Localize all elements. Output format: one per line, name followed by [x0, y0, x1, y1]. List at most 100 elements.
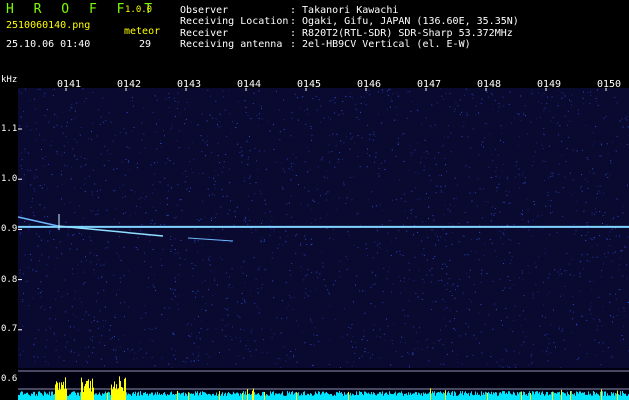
noise-speck — [318, 340, 320, 342]
noise-speck — [271, 215, 273, 217]
signal-bar — [620, 391, 621, 400]
noise-speck — [426, 346, 428, 348]
signal-bar — [480, 395, 481, 400]
signal-bar — [36, 394, 37, 400]
noise-speck — [368, 90, 370, 91]
signal-bar — [415, 391, 416, 400]
noise-speck — [93, 319, 95, 321]
signal-bar — [106, 393, 107, 400]
noise-speck — [625, 117, 626, 119]
noise-speck — [108, 112, 110, 114]
noise-speck — [262, 339, 264, 340]
noise-speck — [622, 206, 624, 208]
noise-speck — [498, 177, 500, 178]
signal-bar — [118, 388, 119, 400]
noise-speck — [370, 286, 372, 288]
noise-speck — [44, 356, 45, 358]
noise-speck — [291, 117, 293, 119]
noise-speck — [152, 249, 154, 250]
noise-speck — [415, 187, 416, 189]
noise-speck — [367, 148, 368, 150]
signal-bar — [258, 393, 259, 400]
noise-speck — [485, 200, 487, 202]
noise-speck — [61, 184, 63, 186]
noise-speck — [23, 178, 25, 180]
noise-speck — [293, 354, 294, 356]
noise-speck — [47, 364, 49, 365]
noise-speck — [598, 342, 600, 344]
signal-bar — [114, 381, 115, 400]
noise-speck — [85, 347, 87, 349]
noise-speck — [104, 345, 106, 346]
noise-speck — [156, 148, 158, 150]
noise-speck — [214, 194, 216, 196]
signal-bar — [504, 391, 505, 400]
noise-speck — [59, 241, 61, 243]
signal-bar — [520, 391, 521, 400]
noise-speck — [214, 180, 216, 182]
noise-speck — [565, 161, 567, 163]
noise-speck — [621, 335, 623, 336]
noise-speck — [355, 103, 357, 105]
signal-bar — [171, 391, 172, 400]
noise-speck — [432, 301, 434, 303]
noise-speck — [152, 112, 154, 113]
noise-speck — [528, 229, 530, 231]
noise-speck — [123, 213, 125, 215]
noise-speck — [176, 204, 178, 206]
noise-speck — [407, 315, 409, 317]
noise-speck — [289, 295, 290, 297]
signal-bar — [170, 392, 171, 400]
signal-bar — [483, 392, 484, 400]
noise-speck — [407, 351, 409, 353]
noise-speck — [58, 356, 60, 358]
noise-speck — [303, 279, 305, 281]
noise-speck — [33, 212, 34, 214]
signal-bar — [551, 392, 552, 400]
signal-bar — [26, 392, 27, 400]
signal-bar — [585, 394, 586, 400]
signal-bar — [214, 395, 215, 400]
noise-speck — [246, 141, 248, 143]
noise-speck — [255, 229, 257, 231]
noise-speck — [130, 189, 131, 190]
noise-speck — [310, 344, 312, 345]
signal-bar — [82, 382, 83, 400]
signal-bar — [263, 391, 264, 400]
noise-speck — [58, 230, 60, 232]
noise-speck — [207, 258, 209, 260]
noise-speck — [105, 247, 107, 249]
noise-speck — [524, 105, 526, 107]
noise-speck — [310, 318, 311, 320]
noise-speck — [174, 115, 176, 117]
noise-speck — [371, 191, 373, 193]
noise-speck — [544, 134, 545, 136]
noise-speck — [579, 290, 581, 292]
signal-bar — [135, 391, 136, 400]
noise-speck — [598, 296, 600, 298]
noise-speck — [559, 125, 561, 127]
signal-bar — [304, 391, 305, 400]
signal-bar — [259, 394, 260, 400]
noise-speck — [466, 356, 468, 357]
noise-speck — [579, 273, 581, 275]
signal-bar — [255, 394, 256, 400]
noise-speck — [558, 192, 560, 194]
noise-speck — [47, 216, 49, 217]
noise-speck — [65, 221, 67, 223]
noise-speck — [601, 325, 603, 327]
noise-speck — [92, 122, 94, 124]
noise-speck — [222, 90, 224, 92]
noise-speck — [612, 355, 614, 357]
noise-speck — [187, 358, 189, 359]
signal-bar — [287, 391, 288, 400]
noise-speck — [311, 139, 313, 141]
noise-speck — [131, 349, 133, 351]
noise-speck — [363, 330, 365, 332]
noise-speck — [125, 132, 127, 134]
noise-speck — [114, 336, 115, 338]
signal-bar — [192, 393, 193, 400]
noise-speck — [279, 131, 281, 133]
signal-bar — [296, 392, 297, 400]
signal-bar — [439, 392, 440, 400]
